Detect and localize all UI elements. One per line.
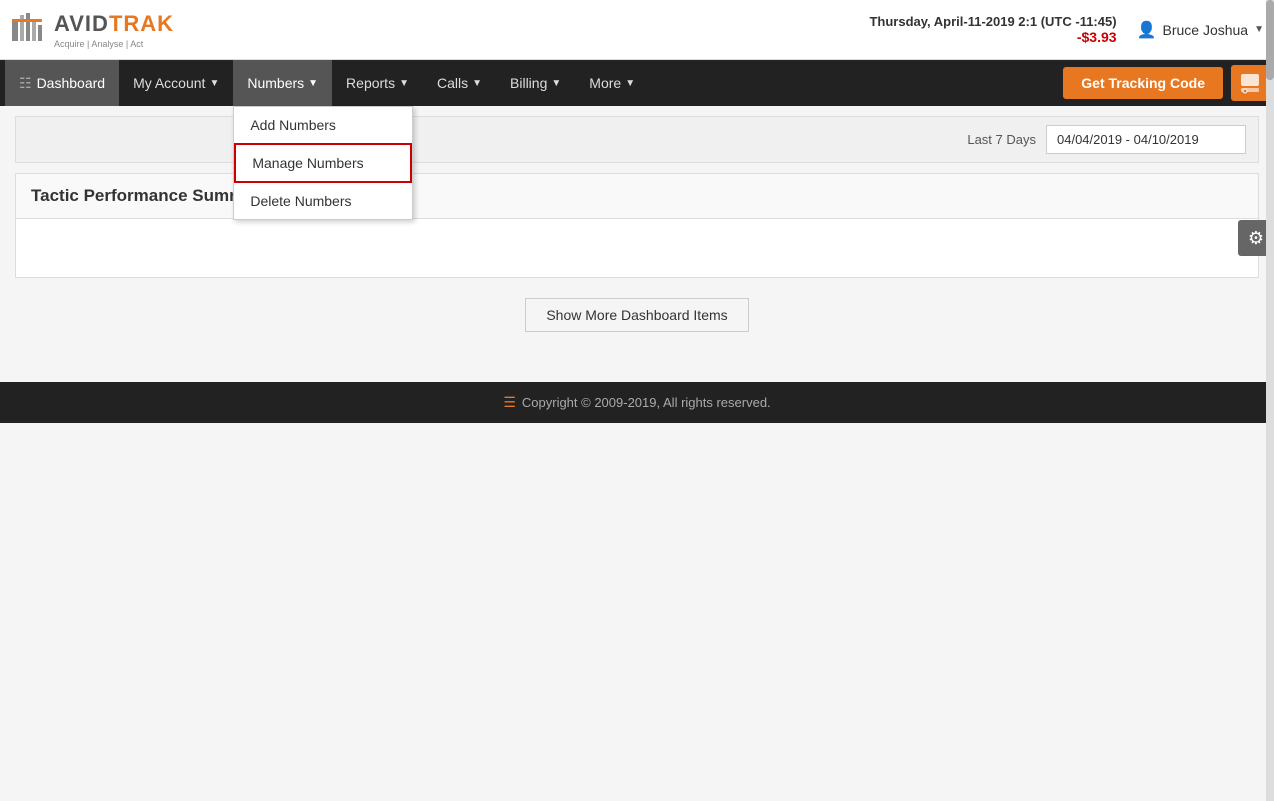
get-tracking-button[interactable]: Get Tracking Code: [1063, 67, 1223, 99]
numbers-caret-icon: ▼: [308, 78, 318, 89]
top-bar: AVIDTRAK Acquire | Analyse | Act Thursda…: [0, 0, 1274, 60]
nav-dashboard-label: Dashboard: [37, 75, 106, 91]
datetime-area: Thursday, April-11-2019 2:1 (UTC -11:45)…: [869, 14, 1116, 45]
nav-reports-label: Reports: [346, 75, 395, 91]
dropdown-add-numbers[interactable]: Add Numbers: [234, 107, 412, 143]
nav-numbers-label: Numbers: [247, 75, 304, 91]
filter-label: Last 7 Days: [967, 132, 1036, 147]
nav-billing-label: Billing: [510, 75, 547, 91]
right-scrollbar[interactable]: [1266, 0, 1274, 801]
nav-dashboard[interactable]: ☷ Dashboard: [5, 60, 119, 106]
section-header: Tactic Performance Summary: [15, 173, 1259, 218]
footer-copyright: Copyright © 2009-2019, All rights reserv…: [522, 395, 771, 410]
reports-caret-icon: ▼: [399, 78, 409, 89]
nav-more-label: More: [589, 75, 621, 91]
content-area: Last 7 Days Tactic Performance Summary S…: [0, 106, 1274, 362]
logo-icon: [10, 11, 48, 49]
scrollbar-thumb: [1266, 0, 1274, 80]
top-right: Thursday, April-11-2019 2:1 (UTC -11:45)…: [869, 14, 1264, 45]
logo-avid: AVID: [54, 11, 109, 36]
section-body: [15, 218, 1259, 278]
nav-calls[interactable]: Calls ▼: [423, 60, 496, 106]
user-caret-icon: ▼: [1254, 24, 1264, 35]
logo-sub: Acquire | Analyse | Act: [54, 39, 174, 49]
nav-calls-label: Calls: [437, 75, 468, 91]
balance: -$3.93: [869, 29, 1116, 45]
user-icon: 👤: [1137, 20, 1157, 40]
footer-icon: ☰: [503, 394, 516, 411]
dashboard-icon: ☷: [19, 75, 32, 92]
my-account-caret-icon: ▼: [209, 78, 219, 89]
settings-gear-icon: ⚙: [1248, 228, 1264, 249]
nav-my-account[interactable]: My Account ▼: [119, 60, 233, 106]
date-range-input[interactable]: [1046, 125, 1246, 154]
nav-numbers[interactable]: Numbers ▼ Add Numbers Manage Numbers Del…: [233, 60, 332, 106]
navbar: ☷ Dashboard My Account ▼ Numbers ▼ Add N…: [0, 60, 1274, 106]
tag-icon-button[interactable]: [1231, 65, 1269, 101]
calls-caret-icon: ▼: [472, 78, 482, 89]
show-more-button[interactable]: Show More Dashboard Items: [525, 298, 748, 332]
nav-reports[interactable]: Reports ▼: [332, 60, 423, 106]
dropdown-manage-numbers[interactable]: Manage Numbers: [234, 143, 412, 183]
more-caret-icon: ▼: [625, 78, 635, 89]
nav-billing[interactable]: Billing ▼: [496, 60, 575, 106]
billing-caret-icon: ▼: [551, 78, 561, 89]
footer: ☰ Copyright © 2009-2019, All rights rese…: [0, 382, 1274, 423]
logo-area: AVIDTRAK Acquire | Analyse | Act: [10, 11, 174, 49]
user-menu[interactable]: 👤 Bruce Joshua ▼: [1137, 20, 1264, 40]
dropdown-delete-numbers[interactable]: Delete Numbers: [234, 183, 412, 219]
nav-more[interactable]: More ▼: [575, 60, 649, 106]
logo-trak: TRAK: [109, 11, 174, 36]
nav-my-account-label: My Account: [133, 75, 205, 91]
datetime-text: Thursday, April-11-2019 2:1 (UTC -11:45): [869, 14, 1116, 29]
nav-right: Get Tracking Code: [1063, 65, 1269, 101]
user-name: Bruce Joshua: [1162, 22, 1248, 38]
tag-icon: [1239, 72, 1261, 94]
numbers-dropdown: Add Numbers Manage Numbers Delete Number…: [233, 106, 413, 220]
filter-bar: Last 7 Days: [15, 116, 1259, 163]
